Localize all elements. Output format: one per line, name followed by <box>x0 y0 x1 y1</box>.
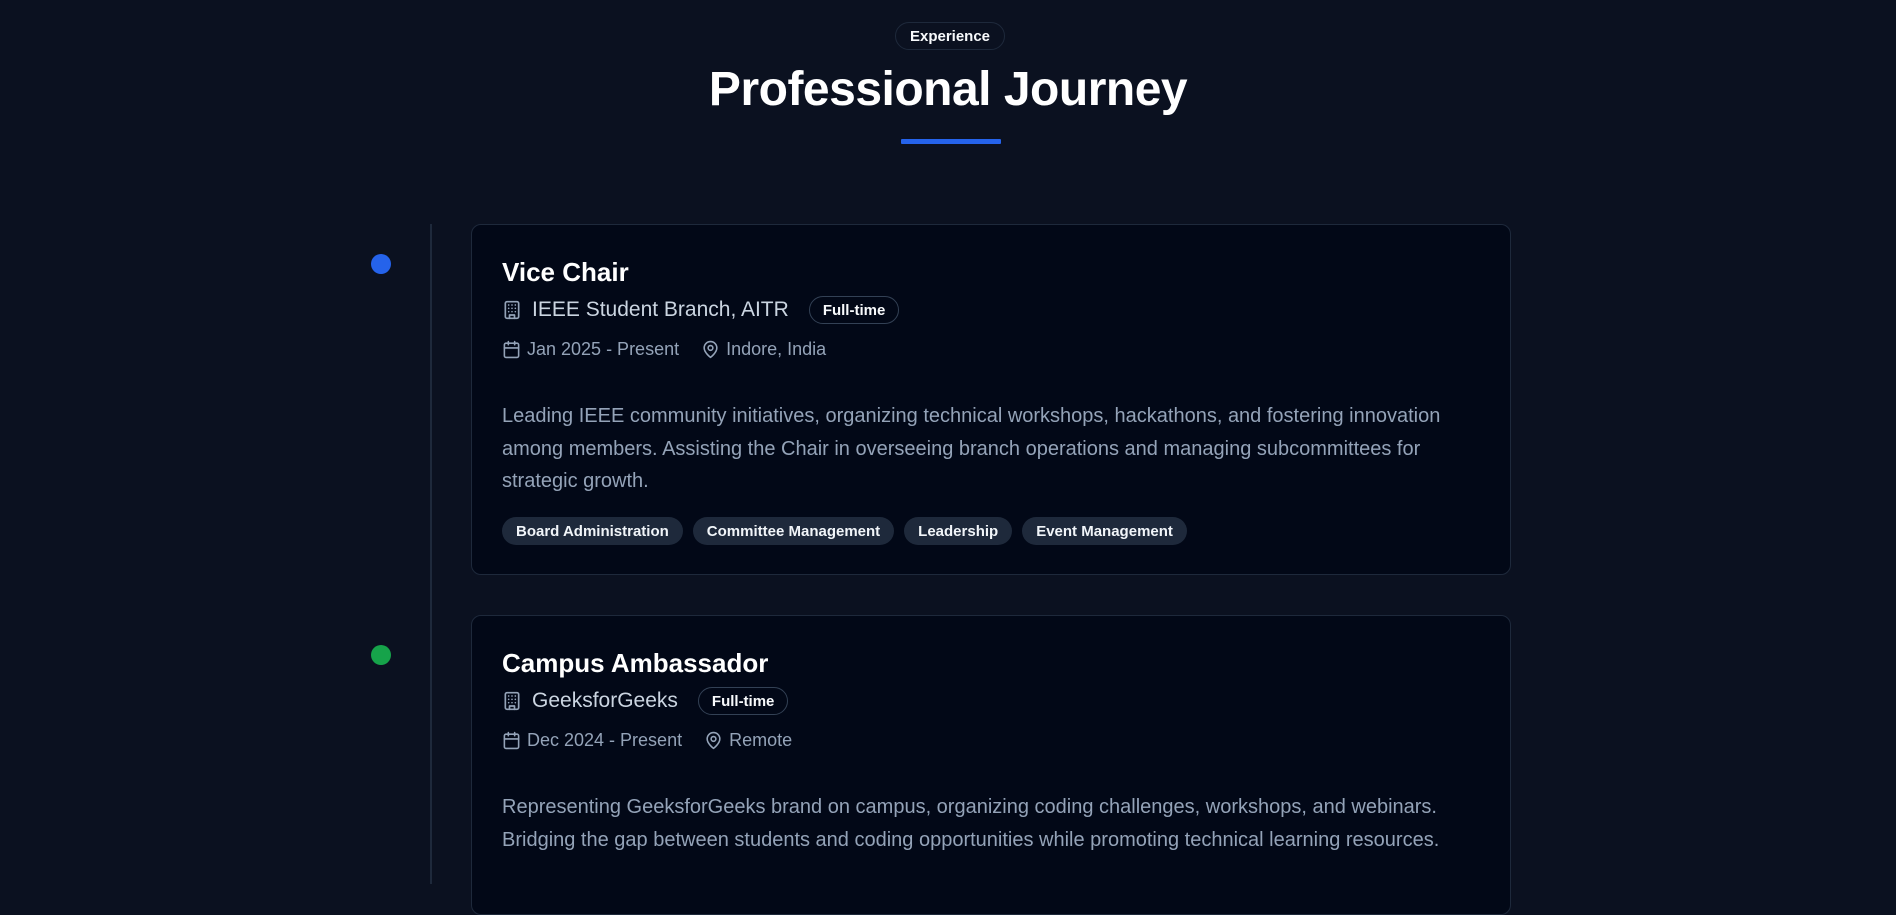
map-pin-icon <box>706 731 721 749</box>
experience-card: Vice Chair IEEE Student Branch, AITR Ful… <box>471 224 1511 575</box>
role-description: Representing GeeksforGeeks brand on camp… <box>502 796 1440 851</box>
timeline-dot <box>371 254 391 274</box>
organization-row: GeeksforGeeks Full-time <box>502 686 789 716</box>
meta-row: Dec 2024 - Present Remote <box>502 727 792 753</box>
building-icon <box>504 300 520 320</box>
organization-name: GeeksforGeeks <box>532 689 678 712</box>
date-range: Dec 2024 - Present <box>527 729 683 750</box>
employment-type-badge: Full-time <box>808 296 900 324</box>
calendar-icon <box>503 340 520 358</box>
experience-card: Campus Ambassador GeeksforGeeks Full-tim… <box>471 615 1511 915</box>
employment-type-badge: Full-time <box>697 687 789 715</box>
organization-name: IEEE Student Branch, AITR <box>532 298 789 321</box>
timeline-dot <box>371 645 391 665</box>
role-title: Campus Ambassador <box>502 648 769 678</box>
date-range: Jan 2025 - Present <box>527 338 680 359</box>
role-description: Leading IEEE community initiatives, orga… <box>502 405 1441 492</box>
location: Indore, India <box>726 338 827 359</box>
meta-row: Jan 2025 - Present Indore, India <box>502 336 826 362</box>
skill-tags: Board Administration Committee Managemen… <box>502 517 1187 545</box>
timeline-line <box>430 224 432 884</box>
skill-tag: Committee Management <box>692 517 895 545</box>
building-icon <box>504 691 520 711</box>
skill-tag: Event Management <box>1022 517 1187 545</box>
skill-tag: Board Administration <box>502 517 683 545</box>
map-pin-icon <box>703 340 718 358</box>
title-underline <box>901 139 1001 144</box>
section-title: Professional Journey <box>708 63 1188 116</box>
skill-tag: Leadership <box>904 517 1013 545</box>
location: Remote <box>729 729 793 750</box>
calendar-icon <box>503 731 520 749</box>
section-badge: Experience <box>895 22 1005 50</box>
role-title: Vice Chair <box>502 257 629 287</box>
organization-row: IEEE Student Branch, AITR Full-time <box>502 295 900 325</box>
